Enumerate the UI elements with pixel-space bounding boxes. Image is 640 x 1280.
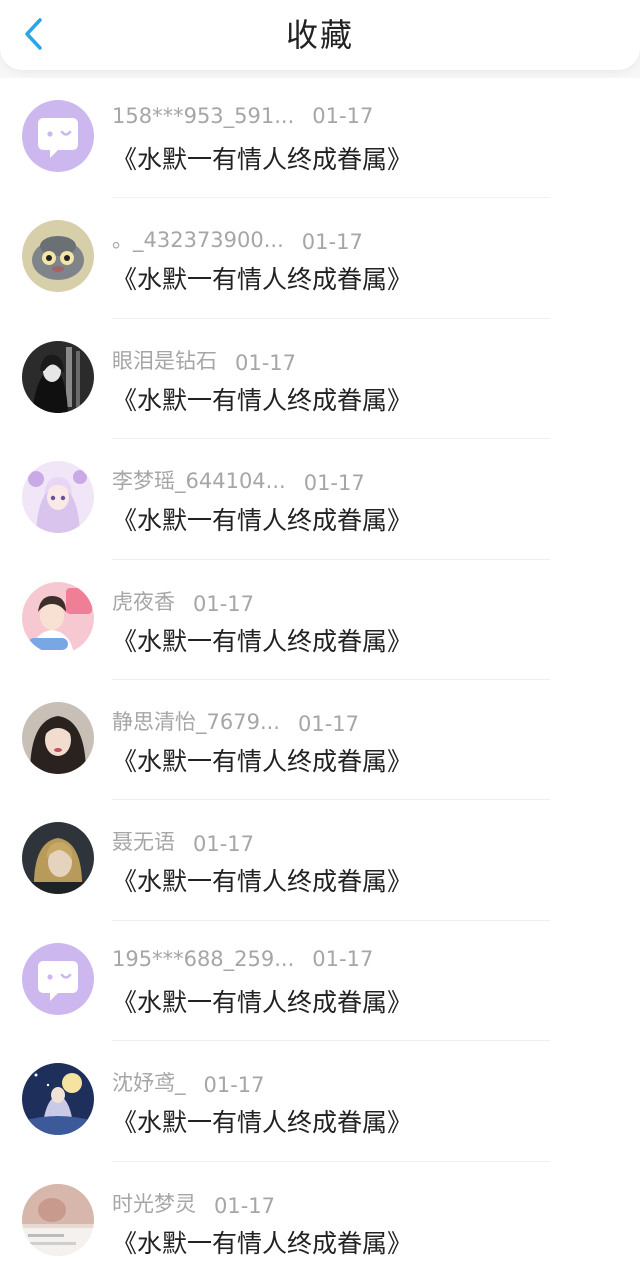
item-content: 《水默一有情人终成眷属》: [112, 987, 413, 1017]
item-meta: 静思清怡_7679... 01-17: [112, 706, 359, 736]
item-meta: 。_432373900... 01-17: [112, 224, 363, 254]
avatar[interactable]: [22, 822, 94, 895]
blonde-girl-avatar-icon: [22, 822, 94, 895]
item-date: 01-17: [193, 832, 255, 857]
avatar[interactable]: [22, 701, 94, 774]
item-date: 01-17: [214, 1193, 276, 1218]
item-meta: 虎夜香 01-17: [112, 586, 254, 616]
user-name: 。_432373900...: [112, 228, 284, 253]
favorites-page: 收藏 158***953_591... 01-17 《水默一有情人终成眷属》 。…: [0, 0, 640, 1280]
user-name: 沈妤鸢_: [112, 1071, 186, 1096]
item-meta: 158***953_591... 01-17: [112, 104, 373, 128]
item-date: 01-17: [235, 350, 297, 375]
item-date: 01-17: [193, 591, 255, 616]
item-content: 《水默一有情人终成眷属》: [112, 506, 413, 536]
gothic-girl-avatar-icon: [22, 340, 94, 413]
list-item[interactable]: 聂无语 01-17 《水默一有情人终成眷属》: [0, 800, 640, 922]
item-content: 《水默一有情人终成眷属》: [112, 746, 413, 776]
item-date: 01-17: [312, 946, 374, 971]
item-meta: 时光梦灵 01-17: [112, 1188, 275, 1218]
user-name: 时光梦灵: [112, 1191, 196, 1216]
item-content: 《水默一有情人终成眷属》: [112, 867, 413, 897]
item-meta: 聂无语 01-17: [112, 826, 254, 856]
item-content: 《水默一有情人终成眷属》: [112, 145, 413, 174]
item-date: 01-17: [303, 471, 365, 496]
avatar[interactable]: [22, 581, 94, 654]
user-name: 聂无语: [112, 830, 175, 855]
avatar[interactable]: [22, 1183, 94, 1256]
anime-girl-avatar-icon: [22, 461, 94, 534]
item-content: 《水默一有情人终成眷属》: [112, 626, 413, 656]
item-meta: 195***688_259... 01-17: [112, 947, 373, 971]
user-name: 李梦瑶_644104...: [112, 469, 286, 494]
list-item[interactable]: 时光梦灵 01-17 《水默一有情人终成眷属》: [0, 1162, 640, 1280]
item-meta: 眼泪是钻石 01-17: [112, 345, 296, 375]
avatar[interactable]: [22, 100, 94, 172]
idol-avatar-icon: [22, 581, 94, 654]
top-bar: 收藏: [0, 0, 640, 70]
avatar[interactable]: [22, 461, 94, 534]
blurred-photo-avatar-icon: [22, 1183, 94, 1256]
list-item[interactable]: 虎夜香 01-17 《水默一有情人终成眷属》: [0, 560, 640, 681]
item-content: 《水默一有情人终成眷属》: [112, 1228, 413, 1258]
cartoon-character-avatar-icon: [22, 220, 94, 293]
list-item[interactable]: 静思清怡_7679... 01-17 《水默一有情人终成眷属》: [0, 680, 640, 801]
chat-bubble-avatar-icon: [22, 942, 94, 1015]
list-item[interactable]: 李梦瑶_644104... 01-17 《水默一有情人终成眷属》: [0, 439, 640, 560]
user-name: 195***688_259...: [112, 946, 295, 971]
user-name: 158***953_591...: [112, 104, 295, 128]
item-content: 《水默一有情人终成眷属》: [112, 265, 413, 295]
item-content: 《水默一有情人终成眷属》: [112, 1108, 413, 1138]
user-name: 静思清怡_7679...: [112, 709, 280, 734]
item-date: 01-17: [297, 711, 360, 736]
item-meta: 李梦瑶_644104... 01-17: [112, 465, 365, 495]
user-name: 虎夜香: [112, 589, 175, 614]
avatar[interactable]: [22, 1063, 94, 1136]
page-title: 收藏: [285, 16, 354, 54]
photo-girl-avatar-icon: [22, 701, 94, 774]
avatar[interactable]: [22, 220, 94, 293]
item-meta: 沈妤鸢_ 01-17: [112, 1067, 265, 1097]
list-item[interactable]: 眼泪是钻石 01-17 《水默一有情人终成眷属》: [0, 319, 640, 440]
item-date: 01-17: [203, 1073, 265, 1098]
item-date: 01-17: [301, 230, 363, 255]
item-date: 01-17: [312, 104, 374, 128]
list-item[interactable]: 沈妤鸢_ 01-17 《水默一有情人终成眷属》: [0, 1041, 640, 1162]
user-name: 眼泪是钻石: [112, 348, 217, 373]
list-item[interactable]: 。_432373900... 01-17 《水默一有情人终成眷属》: [0, 198, 640, 320]
avatar[interactable]: [22, 340, 94, 413]
list-item[interactable]: 158***953_591... 01-17 《水默一有情人终成眷属》: [0, 78, 640, 199]
chat-bubble-avatar-icon: [22, 100, 94, 172]
favorites-list: 158***953_591... 01-17 《水默一有情人终成眷属》 。_43…: [0, 78, 640, 1280]
list-item[interactable]: 195***688_259... 01-17 《水默一有情人终成眷属》: [0, 921, 640, 1042]
night-scene-avatar-icon: [22, 1063, 94, 1136]
avatar[interactable]: [22, 942, 94, 1015]
item-content: 《水默一有情人终成眷属》: [112, 385, 413, 415]
